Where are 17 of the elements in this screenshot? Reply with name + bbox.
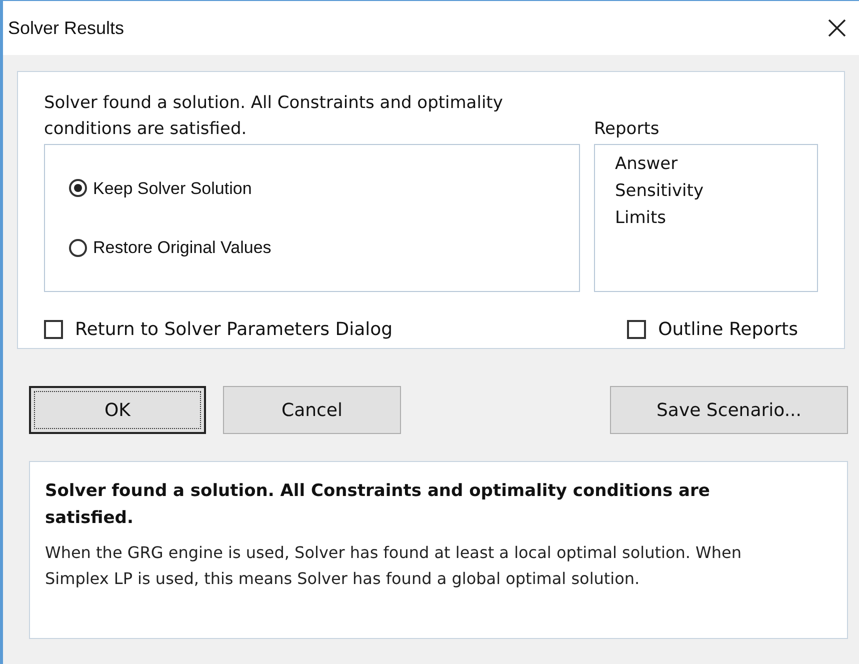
radio-option[interactable]: Restore Original Values: [69, 235, 272, 260]
dialog-button[interactable]: OK: [29, 386, 206, 434]
report-item[interactable]: Limits: [615, 205, 797, 232]
status-message: Solver found a solution. All Constraints and optimality conditions are satisfied.: [44, 92, 504, 141]
report-item[interactable]: Sensitivity: [615, 178, 797, 205]
radio-option[interactable]: Keep Solver Solution: [69, 176, 252, 201]
reports-label: Reports: [594, 118, 660, 141]
details-text: When the GRG engine is used, Solver has found at least a local optimal solution. When Simplex LP is used, this means Solver has found a global optimal solution.: [45, 542, 742, 590]
close-icon[interactable]: [827, 18, 847, 38]
window-title: Solver Results: [8, 16, 124, 40]
reports-list[interactable]: Answer Sensitivity Limits: [594, 144, 818, 292]
checkbox[interactable]: Outline Reports: [627, 316, 798, 343]
details-heading: Solver found a solution. All Constraints and optimality conditions are satisfied.: [45, 480, 711, 530]
dialog-button[interactable]: Save Scenario...: [610, 386, 848, 434]
report-item[interactable]: Answer: [615, 151, 797, 178]
dialog-button[interactable]: Cancel: [223, 386, 401, 434]
checkbox[interactable]: Return to Solver Parameters Dialog: [44, 316, 393, 343]
